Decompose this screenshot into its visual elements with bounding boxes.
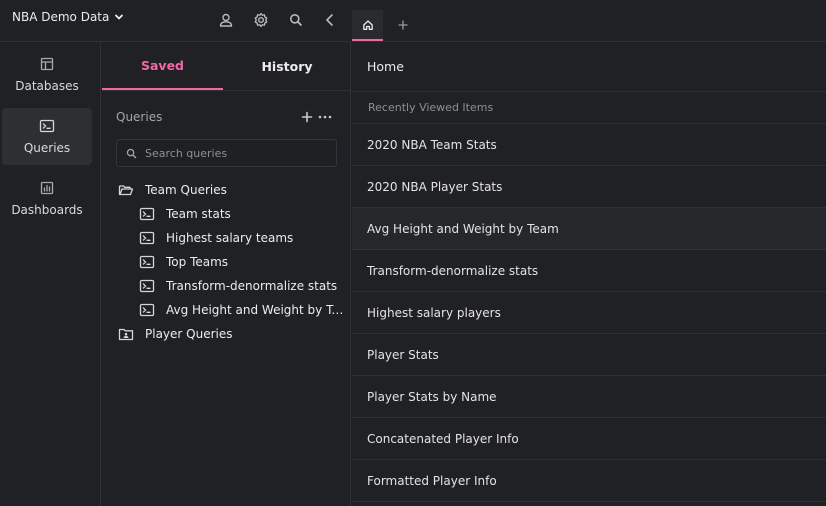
- home-icon: [362, 19, 374, 31]
- page-title: Home: [352, 42, 826, 92]
- queries-section-label: Queries: [116, 110, 163, 124]
- terminal-icon: [39, 118, 55, 134]
- recent-items-header: Recently Viewed Items: [352, 92, 826, 124]
- folder-player-queries[interactable]: Player Queries: [118, 323, 343, 345]
- tabs-divider: [102, 90, 351, 91]
- query-item-team-stats[interactable]: Team stats: [139, 203, 345, 225]
- search-queries-input[interactable]: [145, 146, 325, 160]
- document-tab-bar: [352, 0, 826, 42]
- terminal-icon: [139, 206, 155, 222]
- rail-label-databases: Databases: [15, 79, 79, 93]
- more-icon[interactable]: [317, 111, 333, 123]
- query-item-avg-height-weight[interactable]: Avg Height and Weight by Team: [139, 299, 345, 321]
- chevron-down-icon: [113, 11, 125, 23]
- table-icon: [39, 56, 55, 72]
- tab-history[interactable]: History: [223, 42, 351, 90]
- terminal-icon: [139, 230, 155, 246]
- chart-icon: [39, 180, 55, 196]
- query-item-transform-denormalize-stats[interactable]: Transform-denormalize stats: [139, 275, 345, 297]
- query-item-top-teams[interactable]: Top Teams: [139, 251, 345, 273]
- recent-item[interactable]: Concatenated Player Info: [352, 418, 826, 460]
- plus-icon[interactable]: [397, 19, 409, 31]
- recent-item[interactable]: Formatted Player Info: [352, 460, 826, 502]
- folder-shared-icon: [118, 326, 134, 342]
- database-name: NBA Demo Data: [12, 10, 110, 24]
- recent-item[interactable]: Avg Height and Weight by Team: [352, 208, 826, 250]
- query-label: Team stats: [166, 207, 231, 221]
- plus-icon[interactable]: [301, 111, 313, 123]
- rail-item-databases[interactable]: Databases: [2, 46, 92, 103]
- query-item-highest-salary-teams[interactable]: Highest salary teams: [139, 227, 345, 249]
- terminal-icon: [139, 254, 155, 270]
- rail-label-queries: Queries: [23, 141, 71, 155]
- search-icon: [126, 148, 137, 159]
- folder-open-icon: [118, 182, 134, 198]
- user-icon[interactable]: [217, 11, 235, 29]
- folder-label: Player Queries: [145, 327, 233, 341]
- rail-item-queries[interactable]: Queries: [2, 108, 92, 165]
- query-label: Avg Height and Weight by Team: [166, 303, 345, 317]
- collapse-panel-icon[interactable]: [321, 11, 339, 29]
- gear-icon[interactable]: [252, 11, 270, 29]
- search-queries-field[interactable]: [116, 139, 337, 167]
- recent-item[interactable]: Highest salary players: [352, 292, 826, 334]
- query-label: Highest salary teams: [166, 231, 294, 245]
- tab-home[interactable]: [352, 10, 383, 41]
- saved-queries-panel: Saved History Queries Team Queries Team …: [102, 42, 351, 506]
- recent-item[interactable]: 2020 NBA Team Stats: [352, 124, 826, 166]
- recent-item[interactable]: 2020 NBA Player Stats: [352, 166, 826, 208]
- query-label: Transform-denormalize stats: [166, 279, 338, 293]
- rail-label-dashboards: Dashboards: [11, 203, 83, 217]
- nav-rail: Databases Queries Dashboards: [0, 42, 101, 506]
- terminal-icon: [139, 278, 155, 294]
- query-label: Top Teams: [166, 255, 229, 269]
- recent-item[interactable]: Player Stats: [352, 334, 826, 376]
- search-icon[interactable]: [287, 11, 305, 29]
- tab-saved[interactable]: Saved: [102, 42, 223, 90]
- recent-item[interactable]: Player Stats by Name: [352, 376, 826, 418]
- folder-label: Team Queries: [145, 183, 227, 197]
- database-selector[interactable]: NBA Demo Data: [12, 10, 125, 24]
- rail-item-dashboards[interactable]: Dashboards: [2, 170, 92, 227]
- terminal-icon: [139, 302, 155, 318]
- folder-team-queries[interactable]: Team Queries: [118, 179, 343, 201]
- recent-item[interactable]: Transform-denormalize stats: [352, 250, 826, 292]
